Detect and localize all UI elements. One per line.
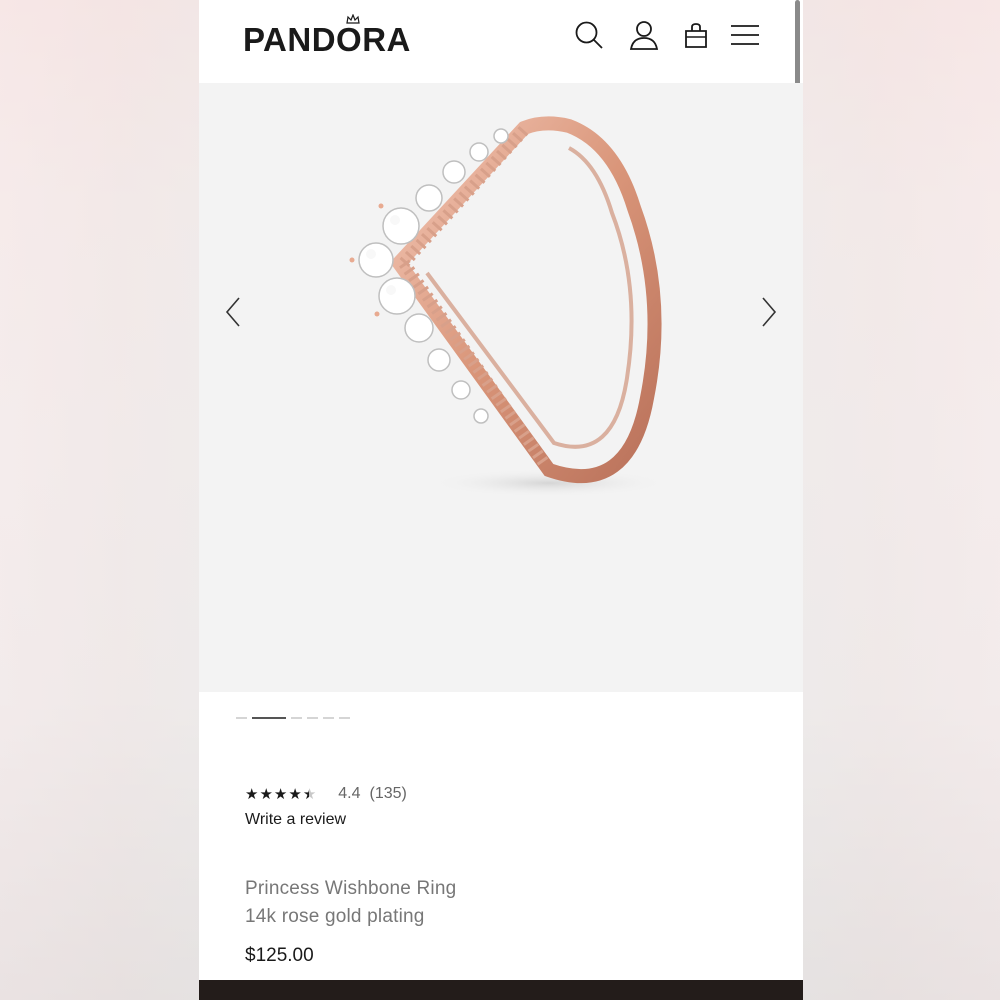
crown-icon (346, 14, 360, 24)
background-right (800, 0, 1000, 1000)
chevron-right-icon (762, 297, 777, 327)
site-header: PANDORA (199, 0, 803, 90)
product-material: 14k rose gold plating (245, 906, 425, 927)
previous-image-button[interactable] (219, 295, 247, 329)
next-image-button[interactable] (755, 295, 783, 329)
pagination-dot[interactable] (236, 717, 247, 719)
star-icon: ★ (288, 786, 302, 803)
write-review-link[interactable]: Write a review (245, 811, 346, 829)
pagination-dot[interactable] (291, 717, 302, 719)
pagination-dot[interactable] (339, 717, 350, 719)
star-icon: ★ (259, 786, 273, 803)
star-icon: ★ (273, 786, 288, 803)
pandora-logo[interactable]: PANDORA (243, 14, 411, 56)
pagination-dot[interactable] (323, 717, 334, 719)
product-price: $125.00 (245, 945, 314, 966)
pagination-dot[interactable] (307, 717, 318, 719)
product-image-ring (349, 116, 669, 497)
mobile-screen: PANDORA ★ ★ ★ ★ ★ 4.4 (135) Write a revi… (199, 0, 803, 1000)
rating-stars: ★ ★ ★ ★ ★ (245, 785, 316, 803)
star-partial-icon: ★ (302, 786, 317, 803)
gallery-pagination (236, 717, 350, 719)
add-to-bag-bar[interactable] (199, 980, 803, 1000)
search-icon[interactable] (572, 18, 606, 52)
scrollbar[interactable] (795, 0, 800, 90)
product-image-gallery[interactable] (199, 83, 803, 692)
chevron-left-icon (225, 297, 240, 327)
bag-icon[interactable] (679, 18, 713, 52)
menu-icon[interactable] (728, 18, 762, 52)
product-name: Princess Wishbone Ring (245, 878, 457, 899)
rating-value: 4.4 (338, 785, 361, 802)
account-icon[interactable] (627, 18, 661, 52)
star-icon: ★ (245, 786, 259, 803)
background-left (0, 0, 200, 1000)
product-rating[interactable]: ★ ★ ★ ★ ★ 4.4 (135) (245, 785, 407, 803)
logo-text: PANDORA (243, 21, 411, 58)
review-count[interactable]: (135) (370, 785, 407, 803)
pagination-dot-active[interactable] (252, 717, 286, 719)
